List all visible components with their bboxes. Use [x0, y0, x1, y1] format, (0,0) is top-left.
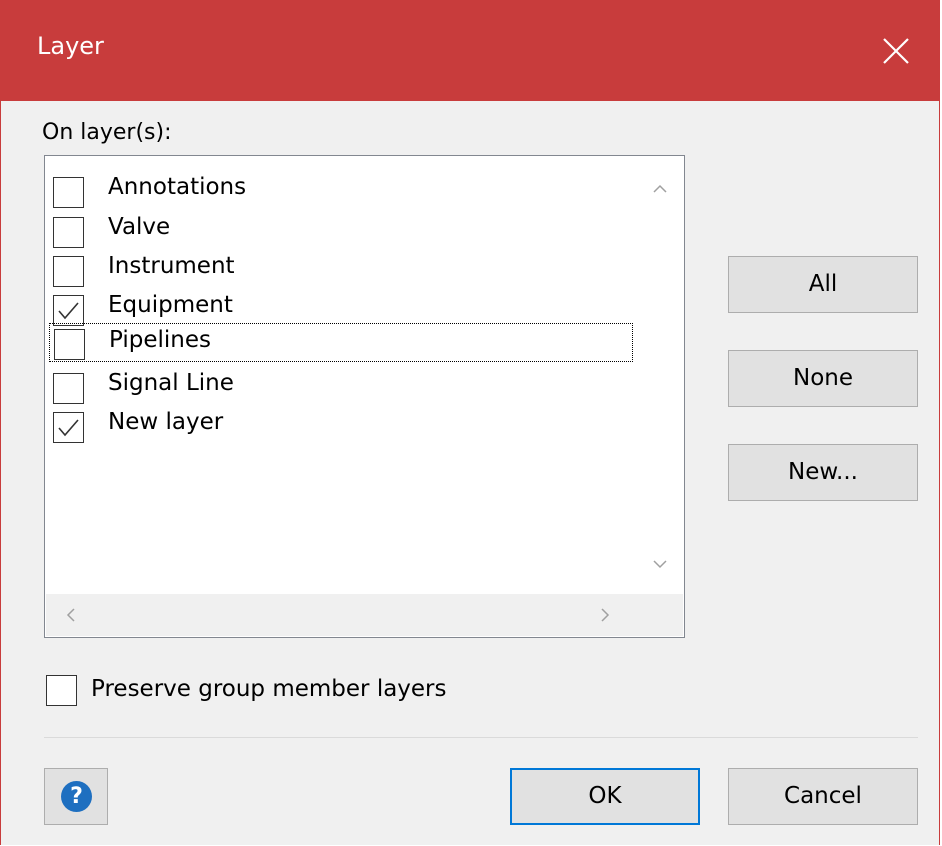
list-item[interactable]: Valve — [49, 210, 633, 249]
ok-button[interactable]: OK — [510, 768, 700, 825]
none-button[interactable]: None — [728, 350, 918, 407]
vertical-scrollbar[interactable] — [636, 157, 683, 595]
preserve-label: Preserve group member layers — [91, 676, 447, 702]
checkmark-icon — [58, 419, 79, 437]
close-icon — [883, 38, 909, 64]
help-button[interactable]: ? — [44, 768, 108, 825]
layer-checkbox[interactable] — [53, 295, 84, 326]
layer-label: Instrument — [108, 253, 235, 279]
scroll-down-icon[interactable] — [653, 559, 667, 569]
list-item[interactable]: Equipment — [49, 288, 633, 327]
title-bar: Layer — [1, 0, 939, 101]
layer-checkbox[interactable] — [53, 373, 84, 404]
layer-listbox[interactable]: Annotations Valve Instrument Equipment P… — [44, 155, 685, 638]
layer-checkbox[interactable] — [53, 256, 84, 287]
layer-label: Pipelines — [109, 327, 211, 353]
list-item[interactable]: Pipelines — [49, 323, 633, 362]
preserve-checkbox[interactable] — [46, 675, 77, 706]
close-button[interactable] — [853, 0, 939, 101]
scroll-up-icon[interactable] — [653, 184, 667, 194]
layer-label: Valve — [108, 214, 171, 240]
scroll-corner — [636, 594, 683, 636]
layer-checkbox[interactable] — [53, 177, 84, 208]
horizontal-scrollbar[interactable] — [46, 594, 636, 636]
list-item[interactable]: Instrument — [49, 249, 633, 288]
checkmark-icon — [58, 302, 79, 320]
all-button[interactable]: All — [728, 256, 918, 313]
divider — [44, 737, 918, 738]
layer-checkbox[interactable] — [53, 412, 84, 443]
cancel-button[interactable]: Cancel — [728, 768, 918, 825]
layer-label: Equipment — [108, 292, 233, 318]
scroll-left-icon[interactable] — [66, 608, 76, 622]
layer-label: New layer — [108, 409, 224, 435]
layer-checkbox[interactable] — [53, 217, 84, 248]
layer-dialog: Layer On layer(s): Annotations Valve Ins… — [0, 0, 940, 845]
new-button[interactable]: New... — [728, 444, 918, 501]
on-layers-label: On layer(s): — [42, 120, 172, 145]
list-item[interactable]: Signal Line — [49, 366, 633, 405]
list-item[interactable]: New layer — [49, 405, 633, 444]
dialog-title: Layer — [37, 32, 104, 60]
layer-checkbox[interactable] — [54, 329, 85, 360]
layer-label: Annotations — [108, 174, 247, 200]
scroll-right-icon[interactable] — [600, 608, 610, 622]
list-item[interactable]: Annotations — [49, 170, 633, 209]
help-icon: ? — [61, 781, 92, 812]
layer-label: Signal Line — [108, 370, 234, 396]
